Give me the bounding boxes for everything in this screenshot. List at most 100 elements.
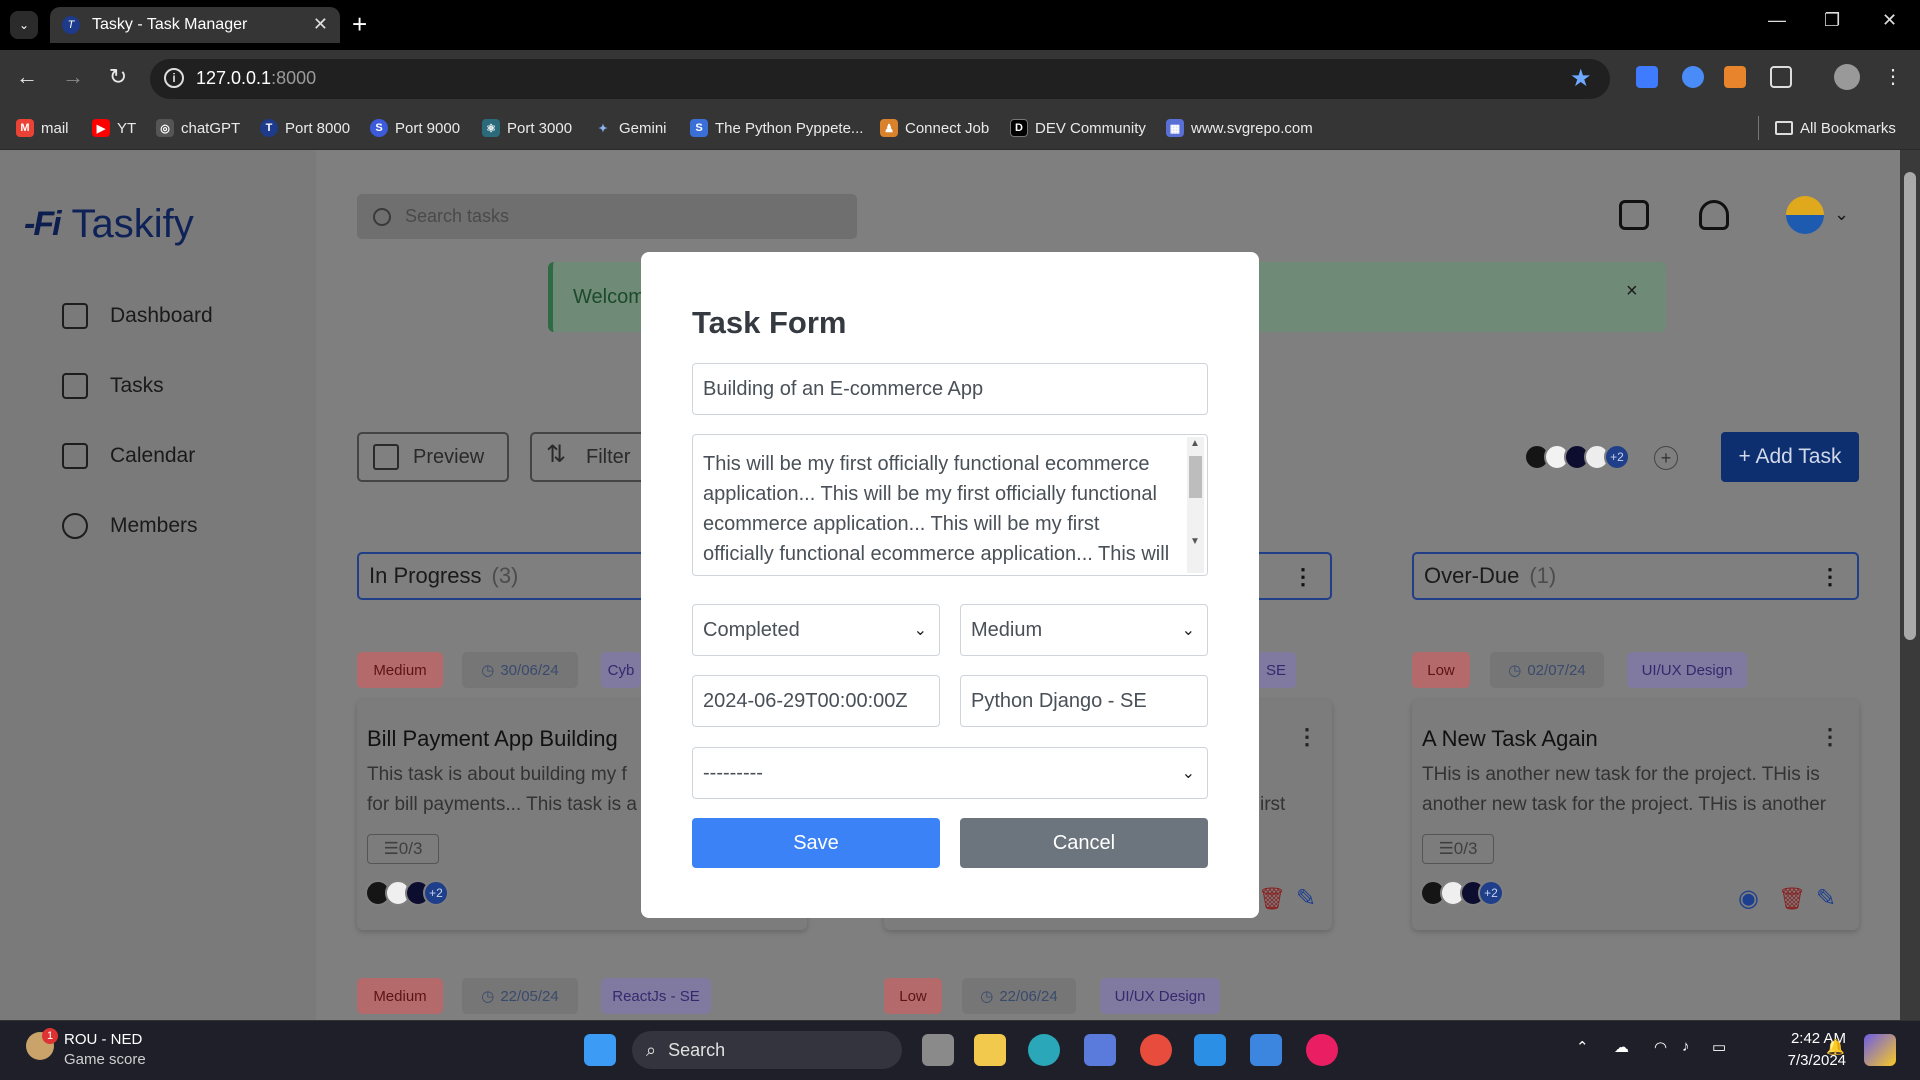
chrome-icon[interactable] xyxy=(1140,1034,1172,1066)
bookmark-dev-community[interactable]: D DEV Community xyxy=(1010,116,1146,140)
notepad-icon[interactable] xyxy=(1250,1034,1282,1066)
category-input[interactable]: Python Django - SE xyxy=(960,675,1208,727)
extension-translate-icon[interactable] xyxy=(1682,66,1704,88)
widget-subtitle[interactable]: Game score xyxy=(64,1051,146,1068)
store-icon[interactable] xyxy=(1084,1034,1116,1066)
browser-menu-icon[interactable]: ⋮ xyxy=(1878,64,1908,89)
bookmark-mail[interactable]: Mmail xyxy=(16,116,69,140)
clock-icon: ◷ xyxy=(1508,662,1522,679)
volume-icon[interactable]: ♪ xyxy=(1682,1038,1690,1055)
bookmark-port-8000[interactable]: T Port 8000 xyxy=(260,116,350,140)
bookmark-chatgpt[interactable]: ◎ chatGPT xyxy=(156,116,240,140)
slack-icon[interactable] xyxy=(1306,1034,1338,1066)
logo-mark: -Fi xyxy=(24,205,62,243)
delete-icon[interactable]: 🗑 xyxy=(1258,886,1286,912)
tab-close-icon[interactable]: ✕ xyxy=(313,14,328,35)
assignee-select[interactable]: --------- ⌄ xyxy=(692,747,1208,799)
sidebar-item-calendar[interactable]: Calendar xyxy=(62,436,195,476)
tasks-icon xyxy=(62,373,88,399)
search-input[interactable]: Search tasks xyxy=(357,194,857,239)
extensions-puzzle-icon[interactable] xyxy=(1770,66,1792,88)
edge-icon[interactable] xyxy=(1028,1034,1060,1066)
app-logo[interactable]: -Fi Taskify xyxy=(24,202,194,247)
restore-icon[interactable]: ❐ xyxy=(1824,10,1840,31)
edit-icon[interactable]: ✎ xyxy=(1816,884,1836,913)
wifi-icon[interactable]: ◠ xyxy=(1654,1038,1667,1056)
column-menu-icon[interactable]: ⋮ xyxy=(1292,564,1314,590)
view-eye-icon[interactable]: ◉ xyxy=(1738,884,1759,913)
bookmark-python-pyppeteer[interactable]: S The Python Pyppete... xyxy=(690,116,863,140)
add-member-icon[interactable]: + xyxy=(1654,446,1678,470)
column-menu-icon[interactable]: ⋮ xyxy=(1819,564,1841,590)
sidebar-item-dashboard[interactable]: Dashboard xyxy=(62,296,213,336)
modal-title: Task Form xyxy=(692,305,847,340)
sidebar-item-members[interactable]: Members xyxy=(62,506,198,546)
task-description-textarea[interactable]: This will be my first officially functio… xyxy=(692,434,1208,576)
delete-icon[interactable]: 🗑 xyxy=(1778,886,1806,912)
back-icon[interactable]: ← xyxy=(12,64,42,90)
bookmark-connect-job[interactable]: ♟ Connect Job xyxy=(880,116,989,140)
sidebar-item-tasks[interactable]: Tasks xyxy=(62,366,164,406)
scroll-down-icon[interactable]: ▼ xyxy=(1190,536,1200,547)
edit-icon[interactable]: ✎ xyxy=(1296,884,1316,913)
windows-start-icon[interactable] xyxy=(584,1034,616,1066)
bookmark-port-3000[interactable]: ⚛ Port 3000 xyxy=(482,116,572,140)
notification-bell-icon[interactable]: 🔔 xyxy=(1826,1038,1845,1056)
browser-tab[interactable]: T Tasky - Task Manager ✕ xyxy=(50,7,340,43)
cancel-button[interactable]: Cancel xyxy=(960,818,1208,868)
members-overflow-badge[interactable]: +2 xyxy=(1604,444,1630,470)
all-bookmarks[interactable]: All Bookmarks xyxy=(1758,116,1896,140)
priority-select[interactable]: Medium ⌄ xyxy=(960,604,1208,656)
user-avatar[interactable] xyxy=(1786,196,1824,234)
taskbar-search[interactable]: ⌕ Search xyxy=(632,1031,902,1069)
battery-icon[interactable]: ▭ xyxy=(1712,1038,1726,1056)
file-explorer-icon[interactable] xyxy=(974,1034,1006,1066)
close-window-icon[interactable]: ✕ xyxy=(1882,10,1897,31)
dev-icon: D xyxy=(1010,119,1028,137)
save-button[interactable]: Save xyxy=(692,818,940,868)
tab-list-chevron-icon[interactable]: ⌄ xyxy=(10,11,38,39)
status-select[interactable]: Completed ⌄ xyxy=(692,604,940,656)
new-tab-icon[interactable]: + xyxy=(352,10,367,38)
bookmark-svgrepo[interactable]: ▦ www.svgrepo.com xyxy=(1166,116,1313,140)
category-badge: UI/UX Design xyxy=(1100,978,1220,1014)
page-scroll-thumb[interactable] xyxy=(1904,172,1916,640)
task-title-input[interactable]: Building of an E-commerce App xyxy=(692,363,1208,415)
widget-title[interactable]: ROU - NED xyxy=(64,1031,142,1048)
chevron-up-icon[interactable]: ⌃ xyxy=(1576,1038,1589,1056)
task-card[interactable]: A New Task Again ⋮ THis is another new t… xyxy=(1412,700,1859,930)
vscode-icon[interactable] xyxy=(1194,1034,1226,1066)
filter-button[interactable]: ⇅ Filter xyxy=(530,432,650,482)
bookmark-yt[interactable]: ▶ YT xyxy=(92,116,136,140)
address-bar[interactable] xyxy=(150,59,1610,99)
windows-taskbar xyxy=(0,1020,1920,1080)
extension-metamask-icon[interactable] xyxy=(1724,66,1746,88)
copilot-icon[interactable] xyxy=(1864,1034,1896,1066)
bookmark-star-icon[interactable]: ★ xyxy=(1570,64,1592,93)
notifications-bell-icon[interactable] xyxy=(1699,200,1729,230)
profile-avatar-icon[interactable] xyxy=(1834,64,1860,90)
dashboard-icon xyxy=(62,303,88,329)
calendar-icon xyxy=(62,443,88,469)
due-date-input[interactable]: 2024-06-29T00:00:00Z xyxy=(692,675,940,727)
task-menu-icon[interactable]: ⋮ xyxy=(1296,724,1318,750)
forward-icon[interactable]: → xyxy=(58,64,88,90)
bookmark-port-9000[interactable]: S Port 9000 xyxy=(370,116,460,140)
reload-icon[interactable]: ↻ xyxy=(103,64,133,90)
alert-close-icon[interactable]: × xyxy=(1626,280,1638,303)
task-menu-icon[interactable]: ⋮ xyxy=(1819,724,1841,750)
preview-button[interactable]: Preview xyxy=(357,432,509,482)
url-text[interactable]: 127.0.0.1:8000 xyxy=(196,68,316,89)
chevron-down-icon[interactable]: ⌄ xyxy=(1834,204,1849,225)
task-view-icon[interactable] xyxy=(922,1034,954,1066)
messages-icon[interactable] xyxy=(1619,200,1649,230)
extension-doc-icon[interactable] xyxy=(1636,66,1658,88)
minimize-icon[interactable]: — xyxy=(1768,10,1786,31)
textarea-scroll-thumb[interactable] xyxy=(1189,456,1202,498)
bookmark-gemini[interactable]: ✦ Gemini xyxy=(594,116,666,140)
site-info-icon[interactable]: i xyxy=(164,68,184,88)
due-date-badge: ◷ 22/06/24 xyxy=(962,978,1076,1014)
add-task-button[interactable]: + Add Task xyxy=(1721,432,1859,482)
onedrive-icon[interactable]: ☁ xyxy=(1614,1038,1629,1056)
scroll-up-icon[interactable]: ▲ xyxy=(1190,438,1200,449)
